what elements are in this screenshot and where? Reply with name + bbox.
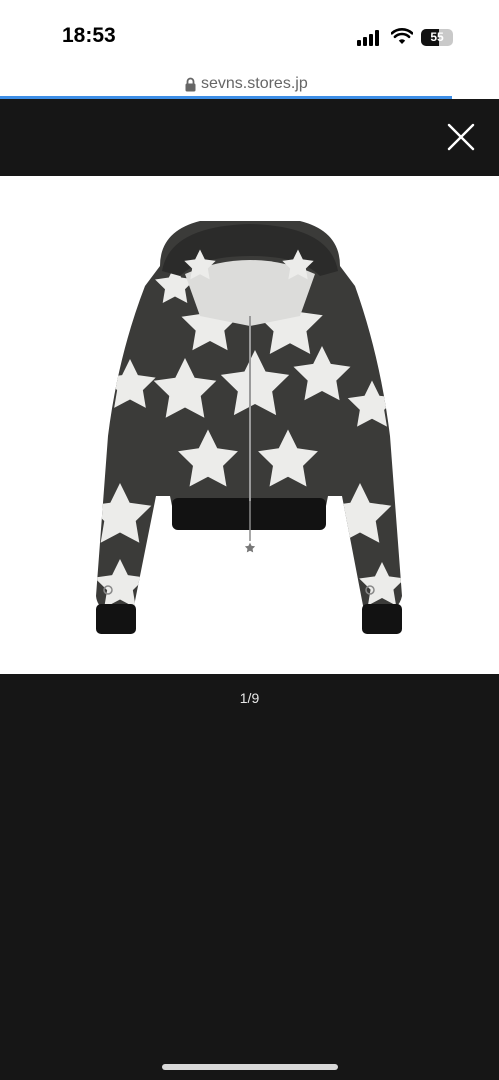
status-time: 18:53 <box>62 24 116 47</box>
home-indicator[interactable] <box>162 1064 338 1070</box>
wifi-icon <box>391 28 413 44</box>
viewer-header <box>0 100 499 176</box>
close-icon[interactable] <box>444 120 478 154</box>
cellular-signal-icon <box>357 30 379 46</box>
url-text[interactable]: sevns.stores.jp <box>201 75 308 93</box>
battery-level: 55 <box>430 30 444 44</box>
product-image-frame[interactable] <box>0 176 499 674</box>
status-bar: 18:53 55 <box>0 0 499 72</box>
battery-icon: 55 <box>421 29 453 46</box>
lock-icon <box>185 77 196 92</box>
image-pager: 1/9 <box>239 690 260 706</box>
product-image[interactable] <box>0 176 499 674</box>
page-load-progress <box>0 96 452 99</box>
